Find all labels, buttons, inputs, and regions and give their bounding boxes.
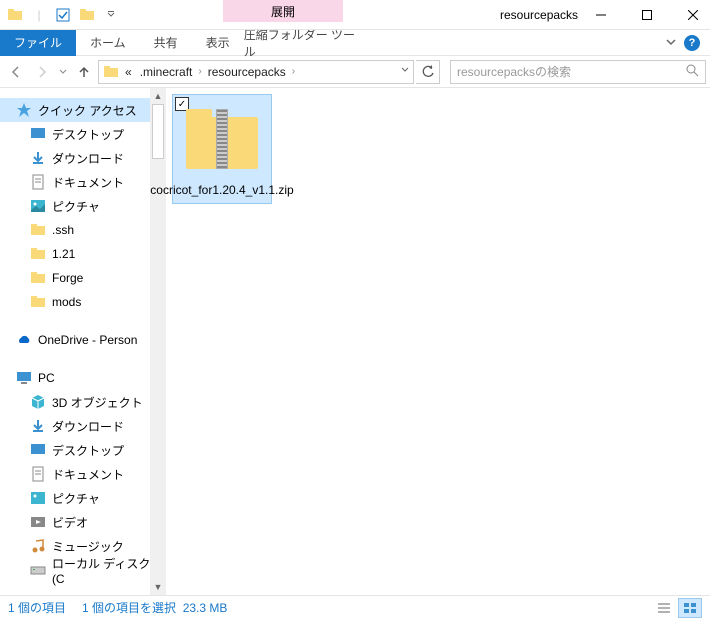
nav-pane-scrollbar[interactable]: ▲ ▼	[150, 88, 166, 595]
maximize-button[interactable]	[624, 0, 670, 30]
video-icon	[30, 514, 46, 530]
folder-icon	[30, 246, 46, 262]
sidebar-item-documents[interactable]: ドキュメント📌	[0, 170, 166, 194]
sidebar-item-forge[interactable]: Forge	[0, 266, 166, 290]
sidebar-item-3d-objects[interactable]: 3D オブジェクト	[0, 390, 166, 414]
sidebar-item-quick-access[interactable]: クイック アクセス	[0, 98, 166, 122]
address-bar[interactable]: « .minecraft › resourcepacks ›	[98, 60, 414, 84]
music-icon	[30, 538, 46, 554]
sidebar-item-downloads[interactable]: ダウンロード📌	[0, 146, 166, 170]
tab-file[interactable]: ファイル	[0, 30, 76, 56]
properties-icon[interactable]	[52, 4, 74, 26]
file-label: cocricot_for1.20.4_v1.1.zip	[148, 183, 295, 199]
sidebar-item-documents-pc[interactable]: ドキュメント	[0, 462, 166, 486]
tab-view[interactable]: 表示	[192, 30, 244, 56]
desktop-icon	[30, 126, 46, 142]
tab-share[interactable]: 共有	[140, 30, 192, 56]
status-bar: 1 個の項目 1 個の項目を選択 23.3 MB	[0, 595, 710, 619]
document-icon	[30, 174, 46, 190]
body-area: クイック アクセス デスクトップ📌 ダウンロード📌 ドキュメント📌 ピクチャ📌 …	[0, 88, 710, 595]
breadcrumb-resourcepacks[interactable]: resourcepacks	[206, 65, 288, 79]
close-button[interactable]	[670, 0, 710, 30]
scroll-down-icon[interactable]: ▼	[150, 579, 166, 595]
sidebar-item-121[interactable]: 1.21	[0, 242, 166, 266]
disk-icon	[30, 562, 46, 578]
quick-access-toolbar: |	[0, 0, 126, 29]
zip-file-icon	[177, 95, 267, 183]
folder-icon[interactable]	[4, 4, 26, 26]
scroll-up-icon[interactable]: ▲	[150, 88, 166, 104]
sidebar-item-local-disk[interactable]: ローカル ディスク (C	[0, 558, 166, 582]
status-selected-count: 1 個の項目を選択 23.3 MB	[82, 599, 227, 616]
picture-icon	[30, 198, 46, 214]
chevron-right-icon[interactable]: ›	[198, 66, 201, 77]
sidebar-item-desktop-pc[interactable]: デスクトップ	[0, 438, 166, 462]
breadcrumb-minecraft[interactable]: .minecraft	[138, 65, 195, 79]
sidebar-item-desktop[interactable]: デスクトップ📌	[0, 122, 166, 146]
sidebar-item-downloads-pc[interactable]: ダウンロード	[0, 414, 166, 438]
help-icon[interactable]: ?	[684, 35, 700, 51]
window-title: resourcepacks	[126, 0, 578, 29]
cube-icon	[30, 394, 46, 410]
back-button[interactable]	[4, 60, 28, 84]
status-item-count: 1 個の項目	[8, 599, 66, 616]
contextual-tab-header-label: 展開	[271, 3, 295, 20]
ribbon-tab-bar: ファイル ホーム 共有 表示 圧縮フォルダー ツール ?	[0, 30, 710, 56]
sidebar-item-mods[interactable]: mods	[0, 290, 166, 314]
navigation-bar: « .minecraft › resourcepacks › resourcep…	[0, 56, 710, 88]
details-view-button[interactable]	[652, 598, 676, 618]
download-icon	[30, 150, 46, 166]
tab-home[interactable]: ホーム	[76, 30, 140, 56]
window-controls	[578, 0, 710, 29]
search-input[interactable]: resourcepacksの検索	[450, 60, 706, 84]
sidebar-item-pc[interactable]: PC	[0, 366, 166, 390]
minimize-button[interactable]	[578, 0, 624, 30]
desktop-icon	[30, 442, 46, 458]
cloud-icon	[16, 332, 32, 348]
folder-icon	[30, 222, 46, 238]
star-icon	[16, 102, 32, 118]
folder-icon	[30, 270, 46, 286]
address-dropdown-icon[interactable]	[401, 66, 409, 77]
recent-dropdown-icon[interactable]	[56, 60, 70, 84]
qat-folder-icon[interactable]	[76, 4, 98, 26]
document-icon	[30, 466, 46, 482]
download-icon	[30, 418, 46, 434]
sidebar-item-ssh[interactable]: .ssh	[0, 218, 166, 242]
ribbon-expand-icon[interactable]	[666, 36, 676, 50]
picture-icon	[30, 490, 46, 506]
title-bar: | 展開 resourcepacks	[0, 0, 710, 30]
breadcrumb-root-sep[interactable]: «	[123, 65, 134, 79]
contextual-tab-header: 展開	[223, 0, 343, 22]
scroll-thumb[interactable]	[152, 104, 164, 159]
navigation-pane: クイック アクセス デスクトップ📌 ダウンロード📌 ドキュメント📌 ピクチャ📌 …	[0, 88, 166, 595]
status-size: 23.3 MB	[183, 601, 228, 615]
search-icon[interactable]	[685, 63, 699, 80]
view-toggles	[652, 598, 702, 618]
up-button[interactable]	[72, 60, 96, 84]
window-title-text: resourcepacks	[500, 8, 578, 22]
refresh-button[interactable]	[416, 60, 440, 84]
pc-icon	[16, 370, 32, 386]
content-pane[interactable]: ✓ cocricot_for1.20.4_v1.1.zip	[166, 88, 710, 595]
address-folder-icon	[103, 64, 119, 80]
sidebar-item-pictures-pc[interactable]: ピクチャ	[0, 486, 166, 510]
folder-icon	[30, 294, 46, 310]
file-item-zip[interactable]: ✓ cocricot_for1.20.4_v1.1.zip	[172, 94, 272, 204]
sidebar-item-pictures[interactable]: ピクチャ📌	[0, 194, 166, 218]
forward-button[interactable]	[30, 60, 54, 84]
chevron-right-icon[interactable]: ›	[292, 66, 295, 77]
qat-separator: |	[28, 4, 50, 26]
qat-dropdown-icon[interactable]	[100, 4, 122, 26]
search-placeholder: resourcepacksの検索	[457, 63, 571, 80]
sidebar-item-videos[interactable]: ビデオ	[0, 510, 166, 534]
tab-compressed-tools[interactable]: 圧縮フォルダー ツール	[244, 30, 364, 56]
sidebar-item-onedrive[interactable]: OneDrive - Person	[0, 328, 166, 352]
icons-view-button[interactable]	[678, 598, 702, 618]
